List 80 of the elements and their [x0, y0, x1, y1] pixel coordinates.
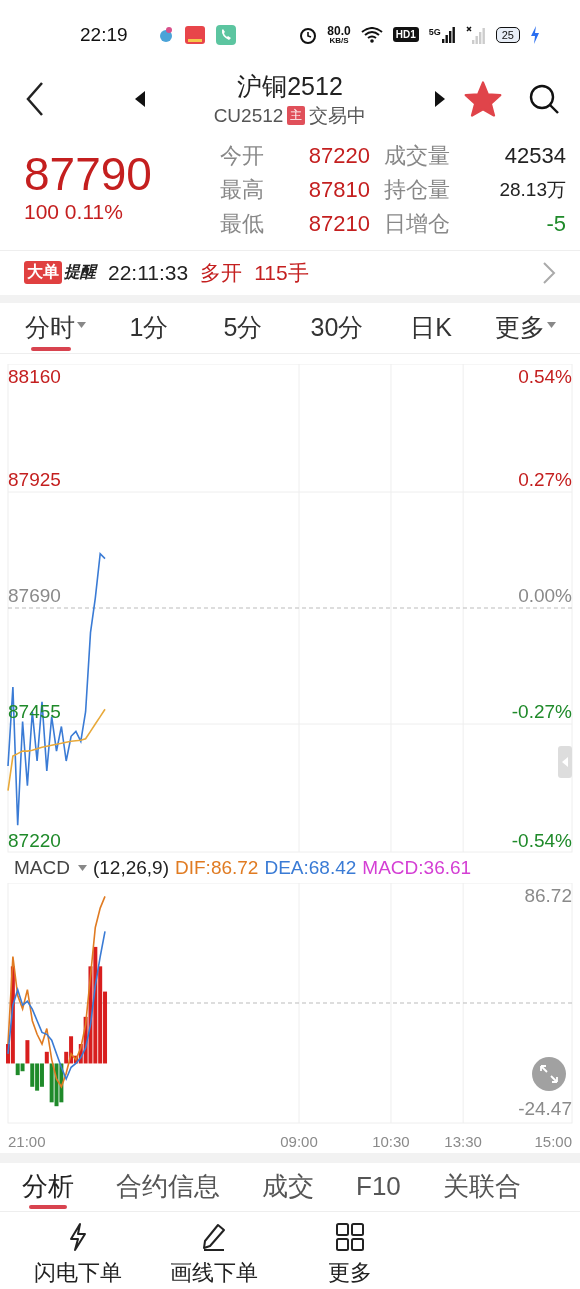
pencil-icon [200, 1222, 228, 1252]
stat-value: -5 [545, 210, 566, 237]
stat-value: 87220 [307, 142, 371, 169]
time-label: 09:00 [280, 1133, 318, 1151]
no-signal-icon [465, 25, 486, 44]
stat-value: 87810 [307, 176, 371, 203]
stat-label: 日增仓 [384, 209, 451, 238]
alarm-icon [299, 25, 318, 44]
axis-label: -0.27% [511, 700, 572, 722]
axis-label: 86.72 [524, 885, 572, 907]
indicator-params: (12,26,9) [92, 857, 169, 880]
network-speed: 80.0 [327, 24, 351, 37]
time-label: 13:30 [444, 1133, 482, 1151]
period-tab[interactable]: 5分 [196, 302, 290, 353]
speed-unit: KB/S [329, 36, 349, 45]
side-handle[interactable] [558, 745, 572, 778]
expand-button[interactable] [532, 1057, 566, 1092]
detail-tab[interactable]: 分析 [22, 1162, 74, 1211]
axis-label: 0.00% [518, 584, 572, 606]
stat-value: 42534 [503, 142, 566, 169]
legend-value: DEA:68.42 [264, 857, 357, 880]
grid-icon [335, 1222, 365, 1252]
alert-amount: 115手 [254, 259, 309, 286]
axis-label: 87220 [8, 829, 61, 851]
axis-label: 87690 [8, 584, 61, 606]
main-badge: 主 [287, 106, 306, 126]
detail-tab[interactable]: 关联合 [442, 1162, 521, 1211]
detail-tab[interactable]: F10 [356, 1162, 401, 1211]
axis-label: -24.47 [518, 1098, 572, 1120]
legend-value: DIF:86.72 [175, 857, 259, 880]
badge-label: 提醒 [64, 262, 96, 283]
time-label: 10:30 [372, 1133, 410, 1151]
contract-title: 沪铜2512 [237, 70, 343, 102]
period-tab[interactable]: 更多 [478, 302, 572, 353]
caret-icon [77, 865, 87, 872]
contract-code: CU2512 [213, 104, 284, 127]
wifi-icon [360, 26, 383, 43]
period-tab[interactable]: 30分 [290, 302, 384, 353]
action-button[interactable]: 更多 [282, 1216, 418, 1289]
trading-status: 交易中 [309, 103, 367, 128]
time-label: 21:00 [8, 1133, 46, 1151]
lightning-icon [67, 1222, 89, 1252]
stat-label: 持仓量 [384, 175, 451, 204]
detail-tab[interactable]: 合约信息 [116, 1162, 220, 1211]
network-type: 5G [428, 26, 441, 37]
app-icon [183, 24, 206, 45]
alert-time: 22:11:33 [108, 260, 189, 285]
hd-badge: HD1 [392, 27, 419, 42]
price-change: 100 0.11% [24, 199, 124, 224]
carrier-icon [157, 25, 174, 44]
stat-label: 最低 [220, 209, 265, 238]
period-tab[interactable]: 1分 [102, 302, 196, 353]
time-label: 15:00 [534, 1133, 572, 1151]
status-time: 22:19 [80, 23, 128, 46]
detail-tab[interactable]: 成交 [262, 1162, 314, 1211]
battery-level: 25 [495, 26, 520, 43]
expand-icon [539, 1064, 559, 1085]
signal-icon [441, 26, 456, 43]
last-price: 87790 [24, 149, 153, 200]
axis-label: 88160 [8, 365, 61, 387]
triangle-right-icon [434, 91, 446, 108]
action-button[interactable]: 闪电下单 [10, 1216, 146, 1289]
stat-label: 今开 [220, 141, 265, 170]
axis-label: 87925 [8, 468, 61, 490]
badge-tag: 大单 [24, 261, 62, 285]
axis-label: 0.54% [518, 365, 572, 387]
triangle-left-icon [134, 91, 146, 108]
stat-value: 87210 [307, 210, 371, 237]
alert-action: 多开 [200, 259, 243, 286]
action-button[interactable]: 画线下单 [146, 1216, 282, 1289]
legend-value: MACD:36.61 [362, 857, 472, 880]
period-tab[interactable]: 分时 [8, 302, 102, 353]
axis-label: 0.27% [518, 468, 572, 490]
indicator-select[interactable]: MACD [14, 857, 87, 880]
stat-value: 28.13万 [498, 177, 566, 202]
axis-label: -0.54% [511, 829, 572, 851]
phone-icon [215, 24, 236, 45]
period-tab[interactable]: 日K [384, 302, 478, 353]
stat-label: 成交量 [384, 141, 451, 170]
stat-label: 最高 [220, 175, 265, 204]
